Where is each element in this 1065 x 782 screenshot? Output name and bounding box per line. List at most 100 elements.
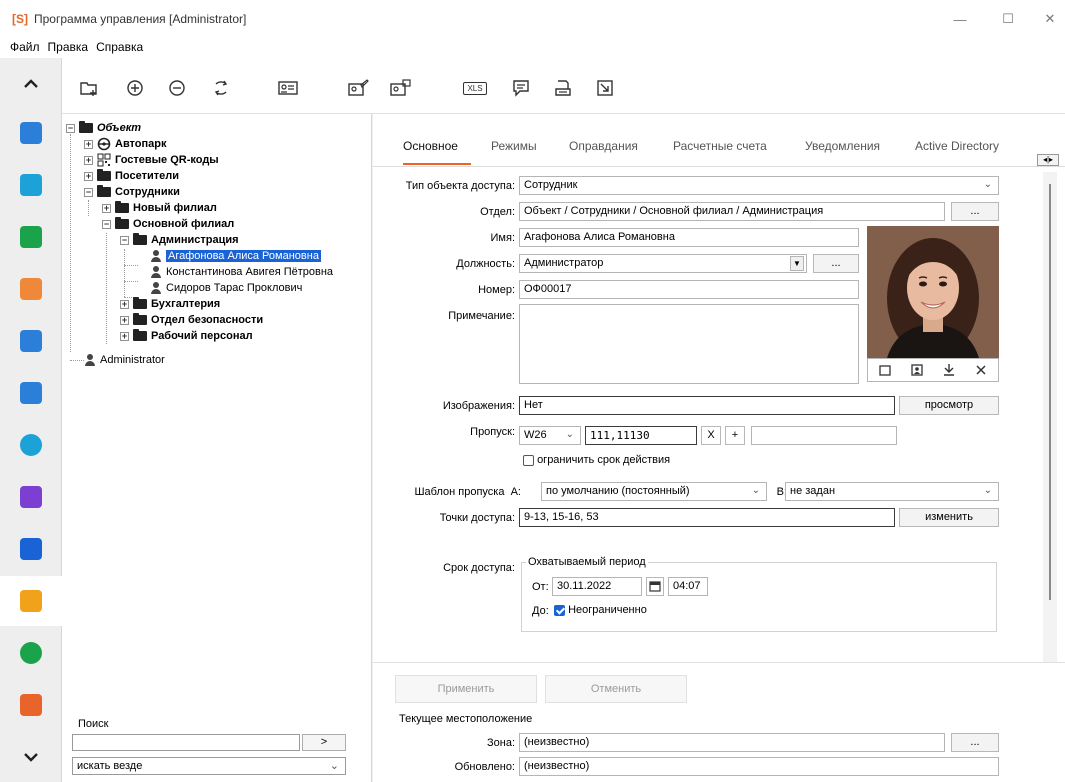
sidebar-module-button[interactable] xyxy=(0,368,62,418)
limit-term-checkbox-row[interactable]: ограничить срок действия xyxy=(523,454,670,466)
expand-icon[interactable]: + xyxy=(84,171,93,181)
add-button[interactable] xyxy=(124,76,146,100)
sidebar-module-button[interactable] xyxy=(0,628,62,678)
department-browse-button[interactable]: ... xyxy=(951,202,999,221)
type-select[interactable]: Сотрудник ⌄ xyxy=(519,176,999,195)
tab-modes[interactable]: Режимы xyxy=(491,139,537,153)
tab-accounts[interactable]: Расчетные счета xyxy=(673,139,767,153)
edit-card-button[interactable] xyxy=(346,76,370,100)
print-button[interactable] xyxy=(552,76,574,100)
pass-extra-field[interactable] xyxy=(751,426,897,445)
tab-main[interactable]: Основное xyxy=(403,139,458,153)
note-textarea[interactable] xyxy=(519,304,859,384)
sidebar-module-button[interactable] xyxy=(0,680,62,730)
menu-file[interactable]: Файл xyxy=(0,38,44,54)
number-field[interactable]: ОФ00017 xyxy=(519,280,859,299)
tab-active-directory[interactable]: Active Directory xyxy=(915,139,999,153)
transfer-card-button[interactable] xyxy=(388,76,412,100)
photo-delete-button[interactable] xyxy=(970,361,992,379)
collapse-icon[interactable]: − xyxy=(102,219,111,229)
unlimited-checkbox[interactable] xyxy=(554,604,565,616)
collapse-icon[interactable]: − xyxy=(84,187,93,197)
cancel-button[interactable]: Отменить xyxy=(545,675,687,703)
card-button[interactable] xyxy=(276,76,300,100)
access-points-field[interactable]: 9-13, 15-16, 53 xyxy=(519,508,895,527)
from-date-field[interactable]: 30.11.2022 xyxy=(552,577,642,596)
close-button[interactable]: ✕ xyxy=(1030,6,1065,32)
position-select[interactable]: Администратор ▼ xyxy=(519,254,807,273)
tab-excuses[interactable]: Оправдания xyxy=(569,139,638,153)
sidebar-module-button[interactable] xyxy=(0,212,62,262)
pass-clear-button[interactable]: X xyxy=(701,426,721,445)
tree-node-administration[interactable]: − Администрация xyxy=(120,232,239,248)
tree-node-employees[interactable]: − Сотрудники xyxy=(84,184,180,200)
sidebar-module-button[interactable] xyxy=(0,472,62,522)
expand-icon[interactable]: + xyxy=(84,155,93,165)
maximize-button[interactable]: ☐ xyxy=(988,6,1028,32)
position-browse-button[interactable]: ... xyxy=(813,254,859,273)
pass-add-button[interactable]: + xyxy=(725,426,745,445)
department-field[interactable]: Объект / Сотрудники / Основной филиал / … xyxy=(519,202,945,221)
scrollbar-thumb[interactable] xyxy=(1049,184,1051,600)
menu-edit[interactable]: Правка xyxy=(44,38,93,54)
sidebar-module-button[interactable] xyxy=(0,420,62,470)
tree-node-autopark[interactable]: + Автопарк xyxy=(84,136,167,152)
sidebar-module-button[interactable] xyxy=(0,108,62,158)
message-button[interactable] xyxy=(510,76,532,100)
tree-node-staff[interactable]: + Рабочий персонал xyxy=(120,328,253,344)
menu-help[interactable]: Справка xyxy=(92,38,147,54)
collapse-icon[interactable]: − xyxy=(66,123,75,133)
template-a-select[interactable]: по умолчанию (постоянный) ⌄ xyxy=(541,482,767,501)
tree-node-security-dept[interactable]: + Отдел безопасности xyxy=(120,312,263,328)
search-go-button[interactable]: > xyxy=(302,734,346,751)
zone-browse-button[interactable]: ... xyxy=(951,733,999,752)
sidebar-scroll-down-button[interactable] xyxy=(0,732,62,782)
name-field[interactable]: Агафонова Алиса Романовна xyxy=(519,228,859,247)
tree-node-visitors[interactable]: + Посетители xyxy=(84,168,179,184)
images-view-button[interactable]: просмотр xyxy=(899,396,999,415)
minimize-button[interactable]: — xyxy=(940,6,980,32)
export-xls-button[interactable]: XLS xyxy=(460,76,490,100)
refresh-button[interactable] xyxy=(210,76,232,100)
tree-node-root[interactable]: − Объект xyxy=(66,120,141,136)
photo-camera-button[interactable] xyxy=(906,361,928,379)
add-folder-button[interactable] xyxy=(78,76,100,100)
tree-node-employee[interactable]: Сидоров Тарас Проклович xyxy=(150,280,302,296)
tree-node-accounting[interactable]: + Бухгалтерия xyxy=(120,296,220,312)
pass-type-select[interactable]: W26 ⌄ xyxy=(519,426,581,445)
collapse-icon[interactable]: − xyxy=(120,235,129,245)
pass-code-field[interactable]: 111,11130 xyxy=(585,426,697,445)
from-time-field[interactable]: 04:07 xyxy=(668,577,708,596)
tab-scroll-button[interactable]: ◂|▸ xyxy=(1037,154,1059,166)
calendar-button[interactable] xyxy=(646,577,664,596)
tree-node-administrator[interactable]: Administrator xyxy=(84,352,165,368)
tab-notifications[interactable]: Уведомления xyxy=(805,139,880,153)
import-button[interactable] xyxy=(594,76,616,100)
sidebar-module-button[interactable] xyxy=(0,316,62,366)
template-b-select[interactable]: не задан ⌄ xyxy=(785,482,999,501)
sidebar-module-button[interactable] xyxy=(0,576,62,626)
search-input[interactable] xyxy=(72,734,300,751)
tree-node-new-branch[interactable]: + Новый филиал xyxy=(102,200,217,216)
photo-download-button[interactable] xyxy=(938,361,960,379)
form-scrollbar[interactable] xyxy=(1043,172,1057,662)
unlimited-checkbox-row[interactable]: Неограниченно xyxy=(554,604,647,616)
tree-node-main-branch[interactable]: − Основной филиал xyxy=(102,216,234,232)
sidebar-module-button[interactable] xyxy=(0,524,62,574)
photo-open-button[interactable] xyxy=(874,361,896,379)
expand-icon[interactable]: + xyxy=(120,299,129,309)
tree-node-guest-qr[interactable]: + Гостевые QR-коды xyxy=(84,152,219,168)
sidebar-module-button[interactable] xyxy=(0,160,62,210)
access-points-change-button[interactable]: изменить xyxy=(899,508,999,527)
limit-term-checkbox[interactable] xyxy=(523,454,534,466)
sidebar-scroll-up-button[interactable] xyxy=(0,58,62,108)
apply-button[interactable]: Применить xyxy=(395,675,537,703)
remove-button[interactable] xyxy=(166,76,188,100)
expand-icon[interactable]: + xyxy=(102,203,111,213)
sidebar-module-button[interactable] xyxy=(0,264,62,314)
expand-icon[interactable]: + xyxy=(84,139,93,149)
images-field[interactable]: Нет xyxy=(519,396,895,415)
tree-node-employee[interactable]: Константинова Авигея Пётровна xyxy=(150,264,333,280)
expand-icon[interactable]: + xyxy=(120,315,129,325)
expand-icon[interactable]: + xyxy=(120,331,129,341)
